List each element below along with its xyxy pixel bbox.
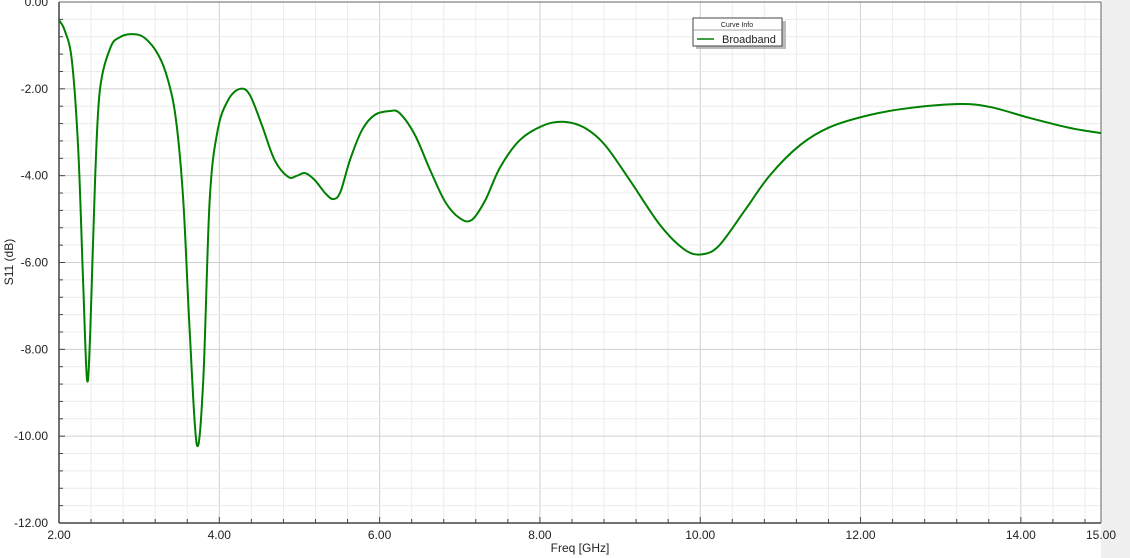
y-tick-label: -2.00 (21, 82, 49, 96)
x-axis-label: Freq [GHz] (551, 541, 610, 555)
x-tick-label: 6.00 (368, 528, 392, 542)
y-axis-label: S11 (dB) (2, 239, 16, 285)
x-tick-label: 2.00 (47, 528, 71, 542)
legend-title: Curve Info (721, 22, 753, 29)
x-tick-label: 14.00 (1006, 528, 1036, 542)
legend-entry-broadband: Broadband (722, 34, 776, 46)
s11-chart: 2.00 4.00 6.00 8.00 10.00 12.00 14.00 15.00 0.0… (2, 0, 1130, 558)
x-tick-labels: 2.00 4.00 6.00 8.00 10.00 12.00 14.00 15.00 (47, 528, 1116, 542)
right-margin (1101, 0, 1130, 558)
y-tick-label: -8.00 (21, 342, 49, 356)
y-tick-label: -10.00 (14, 429, 48, 443)
y-tick-label: -4.00 (21, 169, 49, 183)
y-tick-label: -6.00 (21, 256, 49, 270)
y-tick-label: 0.00 (25, 0, 49, 9)
x-tick-label: 4.00 (208, 528, 232, 542)
x-tick-label: 12.00 (846, 528, 876, 542)
x-tick-label: 10.00 (685, 528, 715, 542)
x-tick-label: 8.00 (528, 528, 552, 542)
x-tick-label: 15.00 (1086, 528, 1116, 542)
y-tick-label: -12.00 (14, 516, 48, 530)
legend[interactable]: Curve Info Broadband (692, 17, 786, 49)
y-tick-labels: 0.00 -2.00 -4.00 -6.00 -8.00 -10.00 -12.00 (14, 0, 48, 530)
